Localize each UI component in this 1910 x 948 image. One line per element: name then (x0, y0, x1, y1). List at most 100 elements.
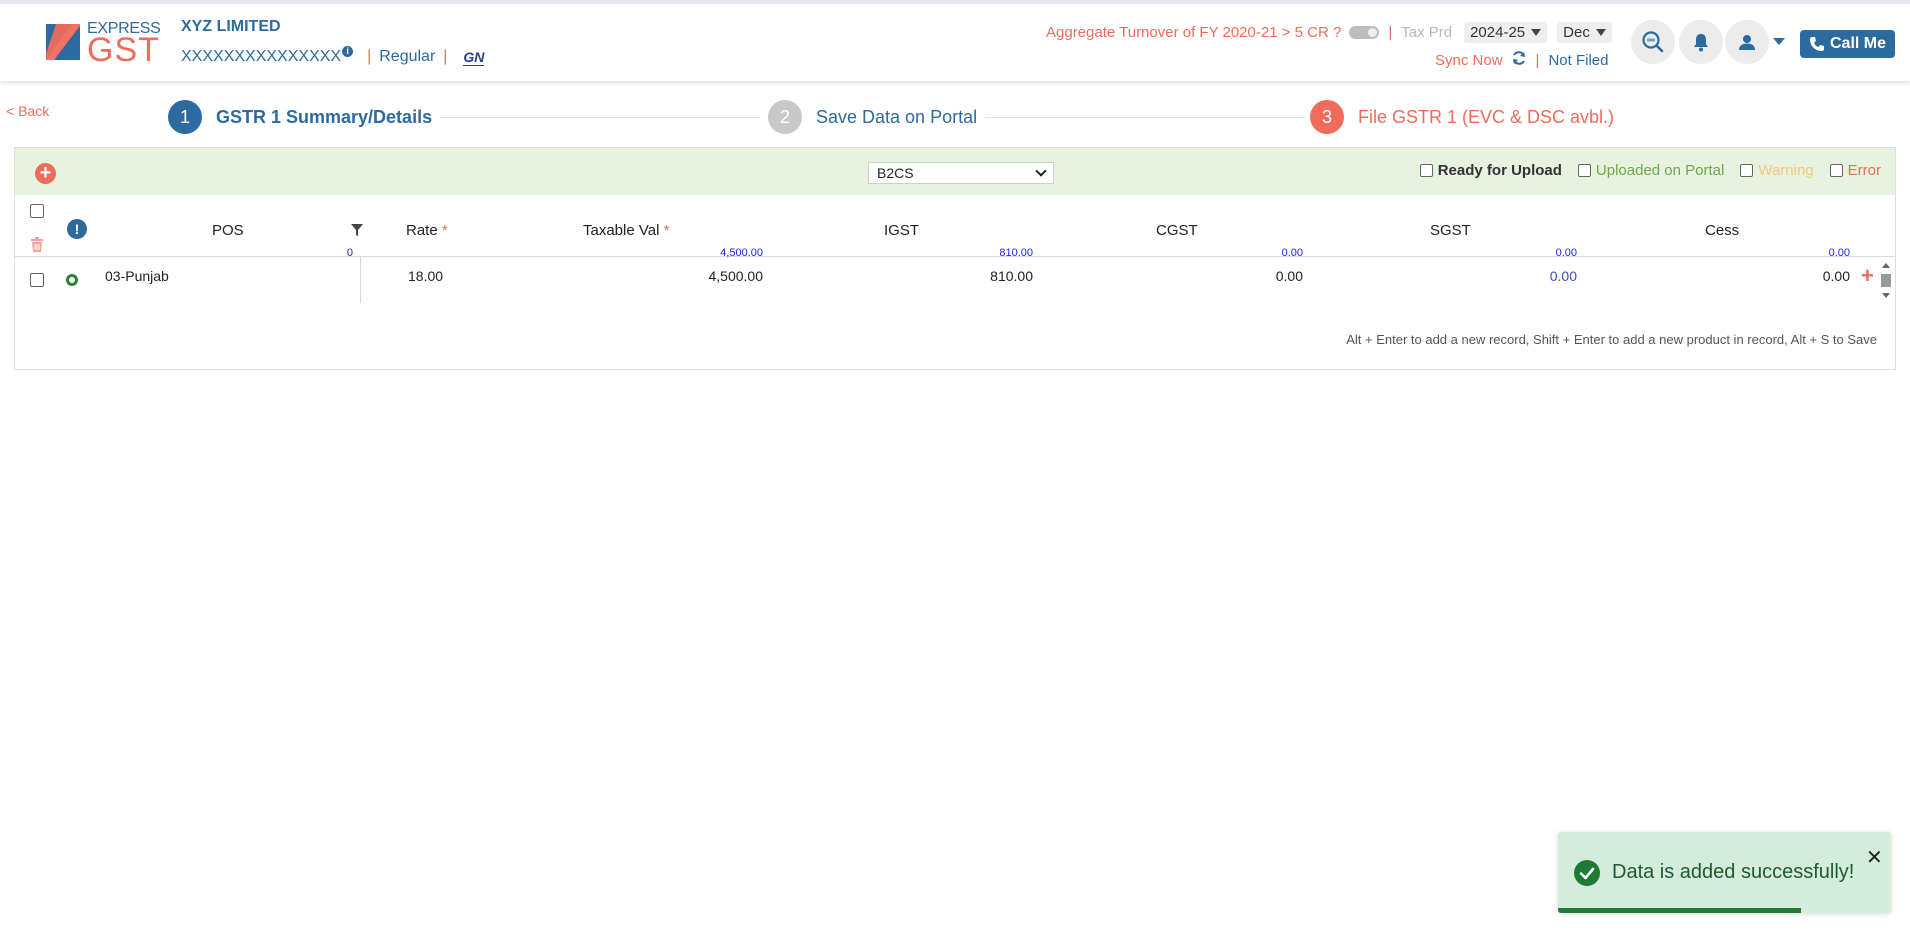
row-cgst[interactable]: 0.00 (1195, 268, 1303, 284)
col-taxable-header[interactable]: Taxable Val * (583, 222, 669, 239)
info-icon[interactable]: i (342, 45, 354, 57)
notifications-button[interactable] (1679, 20, 1723, 64)
turnover-toggle[interactable] (1349, 26, 1380, 39)
app-header: EXPRESS GST XYZ LIMITED XXXXXXXXXXXXXXX … (0, 4, 1910, 81)
scroll-thumb[interactable] (1881, 274, 1891, 287)
row-status-icon (66, 274, 78, 286)
separator: | (443, 48, 448, 65)
gstin-value: XXXXXXXXXXXXXXX (181, 48, 342, 65)
step-connector (440, 117, 760, 118)
step-connector (985, 117, 1305, 118)
filter-error-label[interactable]: Error (1848, 162, 1881, 179)
col-rate-label: Rate (406, 222, 438, 239)
add-record-button[interactable]: + (35, 163, 56, 184)
col-igst-header[interactable]: IGST (884, 222, 919, 239)
filter-ready-label[interactable]: Ready for Upload (1438, 162, 1562, 179)
step-1-label: GSTR 1 Summary/Details (216, 106, 433, 127)
col-cess-header[interactable]: Cess (1705, 222, 1739, 239)
gstr1-panel: + B2CS Ready for Upload Uploaded on Port… (14, 147, 1896, 370)
step-2[interactable]: 2 Save Data on Portal (768, 100, 977, 134)
logo-mark-icon (46, 24, 80, 60)
scroll-up-icon[interactable] (1882, 263, 1890, 268)
check-circle-icon (1574, 860, 1600, 886)
row-taxable[interactable]: 4,500.00 (655, 268, 764, 284)
col-cgst-header[interactable]: CGST (1156, 222, 1198, 239)
gstn-logo[interactable]: GN (463, 49, 485, 66)
profile-caret-icon[interactable] (1773, 38, 1785, 45)
filter-warning-checkbox[interactable] (1740, 164, 1754, 177)
row-checkbox[interactable] (30, 273, 44, 287)
search-button[interactable] (1631, 20, 1675, 64)
month-select[interactable]: Dec (1557, 22, 1612, 43)
call-me-label: Call Me (1829, 35, 1886, 52)
step-1-number: 1 (168, 100, 202, 134)
caret-down-icon (1595, 29, 1606, 36)
col-rate-header[interactable]: Rate * (406, 222, 448, 239)
row-scrollbar[interactable] (1879, 257, 1893, 303)
select-all-checkbox[interactable] (30, 204, 44, 218)
row-igst[interactable]: 810.00 (925, 268, 1033, 284)
express-gst-logo[interactable]: EXPRESS GST (42, 18, 161, 69)
profile-button[interactable] (1725, 20, 1769, 64)
toast-progress-bar (1558, 908, 1802, 913)
panel-toolbar: + B2CS Ready for Upload Uploaded on Port… (15, 148, 1895, 195)
row-sgst[interactable]: 0.00 (1469, 268, 1577, 284)
sync-row: Sync Now | Not Filed (1435, 50, 1608, 71)
call-me-button[interactable]: Call Me (1800, 30, 1895, 58)
step-3-label: File GSTR 1 (EVC & DSC avbl.) (1358, 106, 1615, 127)
required-mark: * (663, 222, 670, 239)
month-value: Dec (1563, 24, 1590, 41)
phone-icon (1809, 37, 1824, 51)
delete-icon[interactable] (30, 237, 44, 258)
user-icon (1739, 35, 1755, 50)
scroll-down-icon[interactable] (1882, 293, 1890, 298)
turnover-label: Aggregate Turnover of FY 2020-21 > 5 CR … (1046, 24, 1342, 41)
col-pos-header[interactable]: POS (212, 222, 244, 239)
col-taxable-label: Taxable Val (583, 222, 660, 239)
col-sgst-header[interactable]: SGST (1430, 222, 1471, 239)
section-select[interactable]: B2CS (868, 162, 1054, 184)
step-3-number: 3 (1310, 100, 1344, 134)
chevron-down-icon (1035, 165, 1047, 177)
separator: | (1535, 52, 1540, 69)
status-header-icon: ! (67, 219, 87, 239)
filter-ready-checkbox[interactable] (1419, 164, 1433, 177)
separator: | (367, 48, 372, 65)
step-1[interactable]: 1 GSTR 1 Summary/Details (168, 100, 432, 134)
filter-icon[interactable] (351, 223, 363, 241)
add-product-button[interactable]: + (1861, 263, 1874, 289)
registration-type: Regular (379, 48, 436, 65)
success-toast: Data is added successfully! ✕ (1558, 832, 1891, 913)
search-icon (1642, 31, 1664, 53)
financial-year-value: 2024-25 (1470, 24, 1526, 41)
step-2-number: 2 (768, 100, 802, 134)
filter-warning-label[interactable]: Warning (1758, 162, 1813, 179)
row-cess[interactable]: 0.00 (1742, 268, 1850, 284)
filter-uploaded-label[interactable]: Uploaded on Portal (1596, 162, 1724, 179)
filter-error-checkbox[interactable] (1829, 164, 1843, 177)
logo-gst-text: GST (87, 31, 160, 69)
column-divider (360, 257, 361, 303)
table-row[interactable]: 03-Punjab 18.00 4,500.00 810.00 0.00 0.0… (15, 257, 1895, 303)
keyboard-hint: Alt + Enter to add a new record, Shift +… (1346, 332, 1877, 347)
turnover-row: Aggregate Turnover of FY 2020-21 > 5 CR … (1046, 22, 1612, 43)
required-mark: * (441, 222, 448, 239)
tax-period-label: Tax Prd (1401, 24, 1453, 41)
financial-year-select[interactable]: 2024-25 (1464, 22, 1548, 43)
bell-icon (1694, 34, 1708, 52)
table-header: ! POS 0 Rate * Taxable Val * 4,500.00 IG… (15, 195, 1895, 259)
section-select-value: B2CS (877, 165, 914, 181)
filing-status: Not Filed (1548, 52, 1609, 69)
sync-now-link[interactable]: Sync Now (1435, 52, 1503, 69)
close-icon[interactable]: ✕ (1866, 845, 1883, 870)
gstin-row: XXXXXXXXXXXXXXX i | Regular | GN (181, 45, 485, 66)
filter-uploaded-checkbox[interactable] (1577, 164, 1591, 177)
refresh-icon[interactable] (1511, 50, 1527, 71)
company-name: XYZ LIMITED (181, 18, 281, 35)
step-3[interactable]: 3 File GSTR 1 (EVC & DSC avbl.) (1310, 100, 1614, 134)
row-rate[interactable]: 18.00 (408, 268, 443, 284)
back-link[interactable]: < Back (6, 103, 49, 119)
caret-down-icon (1531, 29, 1542, 36)
separator: | (1388, 24, 1393, 41)
row-pos[interactable]: 03-Punjab (105, 268, 169, 284)
